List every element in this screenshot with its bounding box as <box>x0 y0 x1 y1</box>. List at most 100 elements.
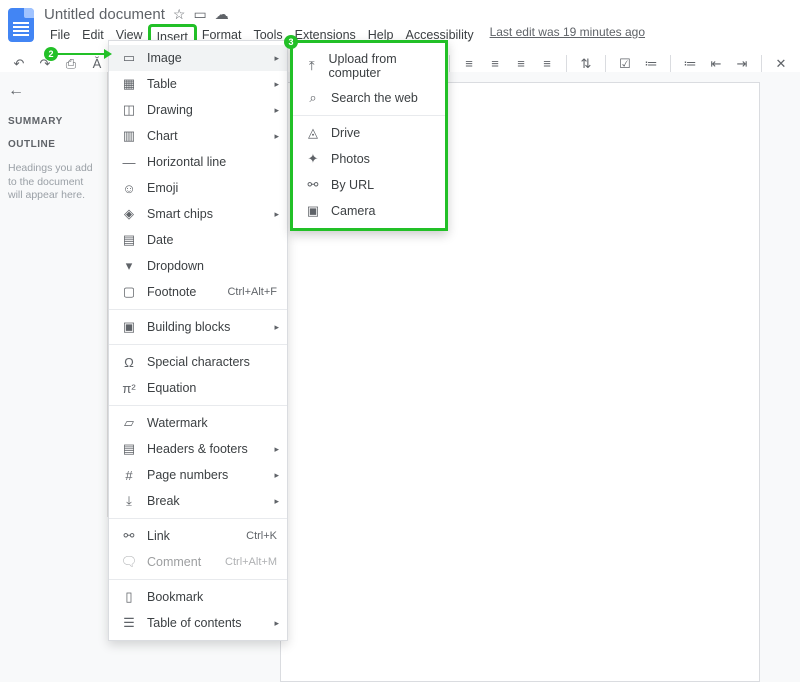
menu-item-label: Chart <box>147 129 178 143</box>
menu-item-label: Image <box>147 51 182 65</box>
menu-item-label: Photos <box>331 152 370 166</box>
menu-item-label: Bookmark <box>147 590 203 604</box>
summary-heading: SUMMARY <box>8 116 99 127</box>
url-icon: ⚯ <box>305 177 321 193</box>
insert-item-comment[interactable]: 🗨CommentCtrl+Alt+M <box>109 549 287 575</box>
menu-item-label: Table of contents <box>147 616 242 630</box>
insert-item-building-blocks[interactable]: ▣ Building blocks ▸ <box>109 314 287 340</box>
image-item-camera[interactable]: ▣ Camera <box>293 198 445 224</box>
menu-separator <box>293 115 445 116</box>
image-submenu: ⤒ Upload from computer ⌕ Search the web ◬Dri… <box>290 40 448 231</box>
menu-item-label: Building blocks <box>147 320 230 334</box>
star-icon[interactable]: ☆ <box>173 6 186 23</box>
insert-item-smart-chips[interactable]: ◈ Smart chips ▸ <box>109 201 287 227</box>
menu-file[interactable]: File <box>44 25 76 49</box>
shortcut-label: Ctrl+Alt+F <box>227 286 277 298</box>
menu-item-label: Comment <box>147 555 201 569</box>
insert-item-watermark[interactable]: ▱ Watermark <box>109 410 287 436</box>
docs-logo-icon[interactable] <box>8 8 34 42</box>
watermark-icon: ▱ <box>121 415 137 431</box>
bookmark-icon: ▯ <box>121 589 137 605</box>
insert-item-dropdown[interactable]: ▾ Dropdown <box>109 253 287 279</box>
annotation-step-3: 3 <box>284 35 298 49</box>
table-icon: ▦ <box>121 76 137 92</box>
shortcut-label: Ctrl+Alt+M <box>225 556 277 568</box>
insert-item-link[interactable]: ⚯ Link Ctrl+K <box>109 523 287 549</box>
link-icon: ⚯ <box>121 528 137 544</box>
emoji-icon: ☺ <box>121 180 137 196</box>
chips-icon: ◈ <box>121 206 137 222</box>
insert-item-emoji[interactable]: ☺ Emoji <box>109 175 287 201</box>
photos-icon: ✦ <box>305 151 321 167</box>
image-item-upload-from-computer[interactable]: ⤒ Upload from computer <box>293 47 445 85</box>
insert-item-bookmark[interactable]: ▯ Bookmark <box>109 584 287 610</box>
menu-item-label: Link <box>147 529 170 543</box>
submenu-arrow-icon: ▸ <box>274 131 279 142</box>
menu-item-label: Table <box>147 77 177 91</box>
insert-item-footnote[interactable]: ▢FootnoteCtrl+Alt+F <box>109 279 287 305</box>
image-item-by-url[interactable]: ⚯ By URL <box>293 172 445 198</box>
insert-item-drawing[interactable]: ◫Drawing▸ <box>109 97 287 123</box>
outline-sidebar: ← SUMMARY OUTLINE Headings you add to th… <box>0 72 108 517</box>
menu-separator <box>109 344 287 345</box>
submenu-arrow-icon: ▸ <box>274 322 279 333</box>
annotation-step-2: 2 <box>44 47 58 61</box>
insert-item-table-of-contents[interactable]: ☰Table of contents▸ <box>109 610 287 636</box>
menu-item-label: Camera <box>331 204 375 218</box>
shortcut-label: Ctrl+K <box>246 530 277 542</box>
insert-item-chart[interactable]: ▥Chart▸ <box>109 123 287 149</box>
menu-item-label: Upload from computer <box>329 52 433 80</box>
insert-item-headers-footers[interactable]: ▤Headers & footers▸ <box>109 436 287 462</box>
menu-item-label: By URL <box>331 178 374 192</box>
hr-icon: — <box>121 154 137 170</box>
footnote-icon: ▢ <box>121 284 137 300</box>
search-icon: ⌕ <box>305 90 321 106</box>
submenu-arrow-icon: ▸ <box>274 470 279 481</box>
menu-separator <box>109 579 287 580</box>
menu-item-label: Headers & footers <box>147 442 248 456</box>
insert-item-break[interactable]: ⤓ Break ▸ <box>109 488 287 514</box>
cloud-icon[interactable]: ☁ <box>215 6 229 23</box>
move-icon[interactable]: ▭ <box>193 6 206 23</box>
annotation-arrow <box>56 53 110 55</box>
camera-icon: ▣ <box>305 203 321 219</box>
menu-item-label: Drawing <box>147 103 193 117</box>
break-icon: ⤓ <box>121 493 137 509</box>
submenu-arrow-icon: ▸ <box>274 209 279 220</box>
insert-item-equation[interactable]: π²Equation <box>109 375 287 401</box>
submenu-arrow-icon: ▸ <box>274 79 279 90</box>
image-item-search-the-web[interactable]: ⌕ Search the web <box>293 85 445 111</box>
special-icon: Ω <box>121 354 137 370</box>
submenu-arrow-icon: ▸ <box>274 444 279 455</box>
menu-item-label: Date <box>147 233 173 247</box>
menu-item-label: Dropdown <box>147 259 204 273</box>
menu-separator <box>109 405 287 406</box>
drawing-icon: ◫ <box>121 102 137 118</box>
menu-item-label: Watermark <box>147 416 208 430</box>
menu-item-label: Search the web <box>331 91 418 105</box>
insert-item-image[interactable]: ▭Image▸ <box>109 45 287 71</box>
insert-item-horizontal-line[interactable]: —Horizontal line <box>109 149 287 175</box>
back-arrow-icon[interactable]: ← <box>8 82 99 100</box>
menu-item-label: Break <box>147 494 180 508</box>
image-item-photos[interactable]: ✦ Photos <box>293 146 445 172</box>
menu-edit[interactable]: Edit <box>76 25 110 49</box>
dropdown-icon: ▾ <box>121 258 137 274</box>
submenu-arrow-icon: ▸ <box>274 496 279 507</box>
insert-item-page-numbers[interactable]: #Page numbers▸ <box>109 462 287 488</box>
blocks-icon: ▣ <box>121 319 137 335</box>
image-icon: ▭ <box>121 50 137 66</box>
submenu-arrow-icon: ▸ <box>274 618 279 629</box>
menu-separator <box>109 518 287 519</box>
outline-hint: Headings you add to the document will ap… <box>8 162 99 203</box>
insert-item-table[interactable]: ▦ Table ▸ <box>109 71 287 97</box>
image-item-drive[interactable]: ◬Drive <box>293 120 445 146</box>
insert-item-special-characters[interactable]: ΩSpecial characters <box>109 349 287 375</box>
insert-item-date[interactable]: ▤ Date <box>109 227 287 253</box>
document-title[interactable]: Untitled document <box>44 6 165 23</box>
date-icon: ▤ <box>121 232 137 248</box>
upload-icon: ⤒ <box>305 58 319 74</box>
last-edit-link[interactable]: Last edit was 19 minutes ago <box>490 25 645 49</box>
menu-item-label: Emoji <box>147 181 178 195</box>
menu-item-label: Smart chips <box>147 207 213 221</box>
